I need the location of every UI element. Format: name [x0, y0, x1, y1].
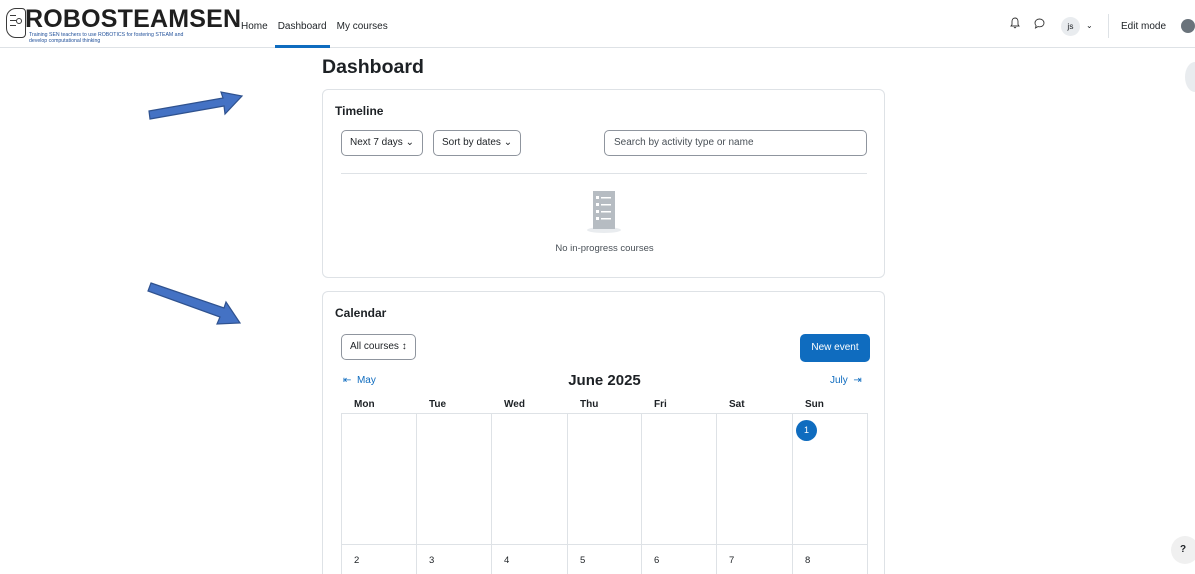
- weekday-header: Mon: [354, 399, 375, 410]
- weekday-header: Sat: [729, 399, 745, 410]
- calendar-day-cell[interactable]: [491, 414, 567, 544]
- site-logo[interactable]: ROBOSTEAMSEN Training SEN teachers to us…: [6, 6, 241, 44]
- arrow-right-icon: ⇥: [853, 375, 862, 386]
- top-navbar: ROBOSTEAMSEN Training SEN teachers to us…: [0, 0, 1195, 48]
- weekday-header-row: Mon Tue Wed Thu Fri Sat Sun: [341, 396, 868, 414]
- calendar-day-cell[interactable]: [567, 414, 641, 544]
- messages-chat-icon[interactable]: [1034, 18, 1045, 29]
- weekday-header: Fri: [654, 399, 667, 410]
- calendar-day-cell[interactable]: 7: [716, 545, 792, 574]
- timeline-block: Timeline Next 7 days ⌄ Sort by dates ⌄ S…: [322, 89, 885, 278]
- edit-mode-label: Edit mode: [1121, 21, 1167, 32]
- day-number: 8: [805, 555, 811, 566]
- help-button[interactable]: ?: [1171, 536, 1195, 564]
- calendar-week-row: 2 3 4 5 6 7 8: [341, 545, 868, 574]
- chevron-down-icon: ⌄: [503, 137, 513, 148]
- calendar-day-cell[interactable]: [416, 414, 491, 544]
- nav-link-my-courses[interactable]: My courses: [332, 0, 393, 48]
- weekday-header: Wed: [504, 399, 525, 410]
- primary-navigation: Home Dashboard My courses: [241, 0, 393, 48]
- nav-link-dashboard[interactable]: Dashboard: [273, 0, 332, 48]
- user-avatar[interactable]: js: [1061, 17, 1080, 36]
- next-month-label: July: [830, 375, 848, 386]
- calendar-block: Calendar All courses ↕ New event ⇤ May J…: [322, 291, 885, 574]
- day-number: 3: [429, 555, 435, 566]
- day-filter-label: Next 7 days: [350, 137, 403, 148]
- timeline-search-input[interactable]: Search by activity type or name: [604, 130, 867, 156]
- new-event-button[interactable]: New event: [800, 334, 870, 362]
- select-arrows-icon: ↕: [401, 341, 407, 352]
- empty-activities-icon: [587, 191, 621, 233]
- day-number: 5: [580, 555, 586, 566]
- course-filter-value: All courses: [350, 341, 399, 352]
- calendar-month-grid: Mon Tue Wed Thu Fri Sat Sun 1 2 3 4 5 6 …: [341, 396, 868, 574]
- sort-label: Sort by dates: [442, 137, 501, 148]
- calendar-day-cell[interactable]: [341, 414, 416, 544]
- calendar-title: Calendar: [335, 306, 387, 320]
- day-number: 2: [354, 555, 360, 566]
- today-day-number[interactable]: 1: [796, 420, 817, 441]
- arrow-right-icon: [148, 91, 244, 120]
- timeline-empty-message: No in-progress courses: [555, 243, 654, 254]
- calendar-day-cell[interactable]: [641, 414, 716, 544]
- logo-subtitle-line2: develop computational thinking: [29, 38, 101, 44]
- course-filter-select[interactable]: All courses ↕: [341, 334, 416, 360]
- logo-title: ROBOSTEAMSEN: [25, 5, 242, 33]
- open-block-drawer-button[interactable]: [1185, 62, 1195, 92]
- nav-link-home[interactable]: Home: [241, 0, 273, 48]
- chevron-down-icon[interactable]: ⌄: [1086, 21, 1093, 30]
- day-number: 4: [504, 555, 510, 566]
- calendar-day-cell[interactable]: 8: [792, 545, 868, 574]
- robot-head-logo-icon: [6, 8, 26, 38]
- notifications-bell-icon[interactable]: [1010, 17, 1020, 29]
- page-title: Dashboard: [322, 56, 424, 78]
- calendar-week-row: 1: [341, 414, 868, 545]
- calendar-day-cell[interactable]: 5: [567, 545, 641, 574]
- timeline-day-filter-dropdown[interactable]: Next 7 days ⌄: [341, 130, 423, 156]
- weekday-header: Thu: [580, 399, 599, 410]
- calendar-day-cell[interactable]: [716, 414, 792, 544]
- edit-mode-toggle[interactable]: [1181, 19, 1195, 33]
- timeline-sort-dropdown[interactable]: Sort by dates ⌄: [433, 130, 522, 156]
- calendar-day-cell[interactable]: 6: [641, 545, 716, 574]
- calendar-day-cell-today[interactable]: 1: [792, 414, 868, 544]
- day-number: 6: [654, 555, 660, 566]
- weekday-header: Sun: [805, 399, 824, 410]
- day-number: 7: [729, 555, 735, 566]
- navbar-divider: [1108, 14, 1109, 38]
- arrow-down-right-icon: [147, 282, 242, 325]
- weekday-header: Tue: [429, 399, 447, 410]
- timeline-title: Timeline: [335, 104, 384, 118]
- calendar-day-cell[interactable]: 4: [491, 545, 567, 574]
- calendar-day-cell[interactable]: 3: [416, 545, 491, 574]
- next-month-link[interactable]: July ⇥: [830, 375, 862, 386]
- calendar-day-cell[interactable]: 2: [341, 545, 416, 574]
- chevron-down-icon: ⌄: [405, 137, 414, 148]
- current-month-title: June 2025: [568, 372, 641, 389]
- timeline-divider: [341, 173, 867, 174]
- logo-subtitle: Training SEN teachers to use ROBOTICS fo…: [29, 32, 229, 44]
